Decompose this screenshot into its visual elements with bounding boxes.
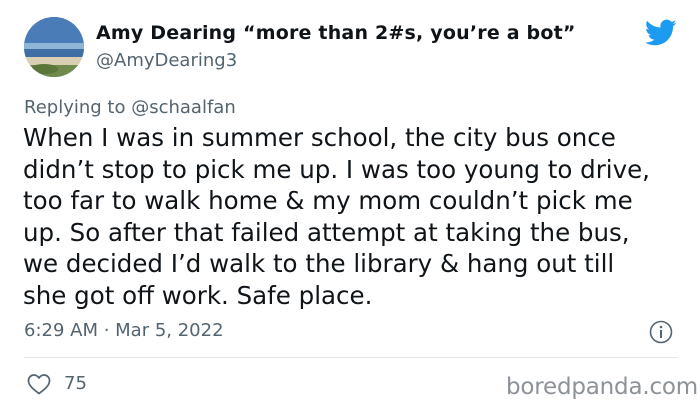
twitter-bird-icon[interactable] <box>645 19 677 47</box>
tweet-line: When I was in summer school, the city bu… <box>23 123 616 152</box>
avatar[interactable] <box>24 17 84 77</box>
like-count: 75 <box>64 373 87 394</box>
author-display-name[interactable]: Amy Dearing “more than 2#s, you’re a bot… <box>96 22 576 44</box>
tweet-line: we decided I’d walk to the library & han… <box>23 249 615 278</box>
tweet-text: When I was in summer school, the city bu… <box>23 122 683 311</box>
tweet-line: she got off work. Safe place. <box>23 280 373 310</box>
author-handle[interactable]: @AmyDearing3 <box>96 50 237 71</box>
tweet-timestamp[interactable]: 6:29 AM · Mar 5, 2022 <box>24 320 224 341</box>
tweet-line: up. So after that failed attempt at taki… <box>23 217 630 247</box>
watermark: boredpanda.com <box>506 374 698 400</box>
info-icon[interactable] <box>649 320 673 344</box>
divider <box>24 357 678 358</box>
tweet-line: too far to walk home & my mom couldn’t p… <box>23 186 633 215</box>
reply-mention-link[interactable]: @schaalfan <box>131 97 236 118</box>
heart-icon[interactable] <box>27 373 51 395</box>
replying-to: Replying to @schaalfan <box>24 97 236 118</box>
replying-to-label: Replying to <box>24 97 126 118</box>
tweet-line: didn’t stop to pick me up. I was too you… <box>23 154 650 184</box>
avatar-beach-photo <box>24 17 84 77</box>
